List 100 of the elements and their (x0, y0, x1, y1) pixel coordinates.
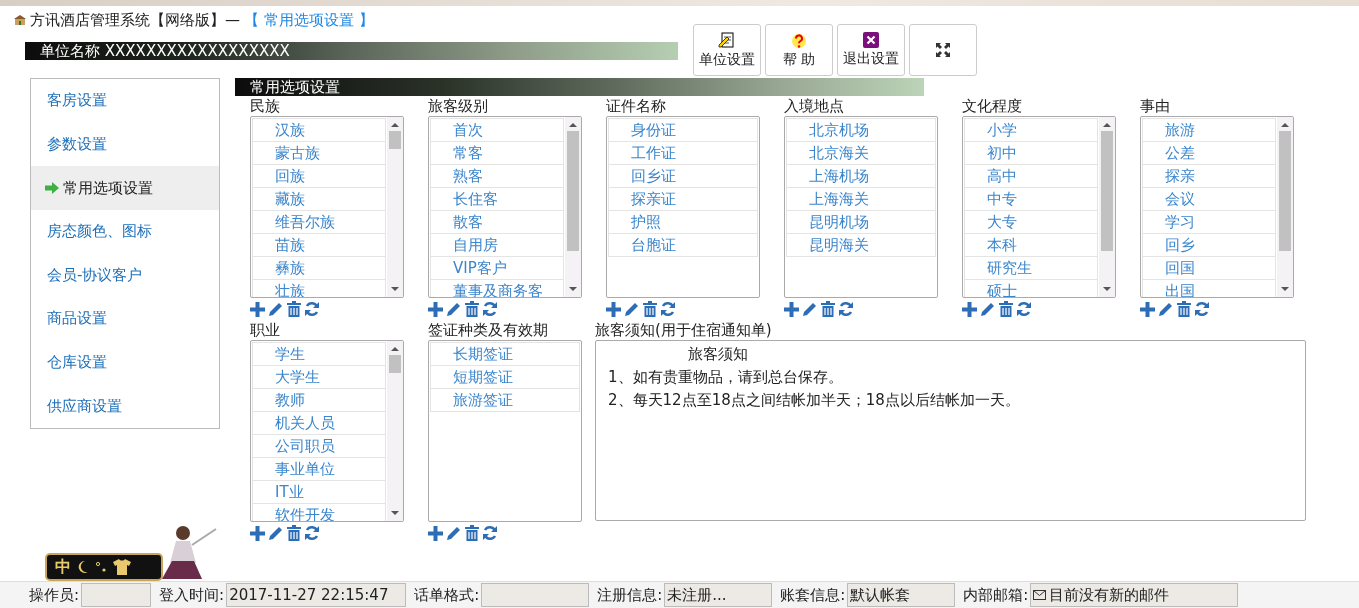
scroll-down-icon[interactable] (391, 285, 399, 293)
sidebar-item[interactable]: 房态颜色、图标 (31, 209, 219, 254)
pencil-icon[interactable] (268, 301, 284, 317)
toolbar-button[interactable]: 帮 助 (765, 24, 833, 76)
refresh-icon[interactable] (482, 301, 498, 317)
add-icon[interactable] (428, 301, 443, 317)
list-item[interactable]: 旅游签证 (430, 389, 580, 412)
scroll-up-icon[interactable] (569, 121, 577, 129)
list-item[interactable]: 汉族 (252, 118, 386, 142)
pencil-icon[interactable] (446, 525, 462, 541)
list-item[interactable]: 台胞证 (608, 234, 758, 257)
list-item[interactable]: 回乡证 (608, 165, 758, 188)
refresh-icon[interactable] (304, 525, 320, 541)
scrollbar-thumb[interactable] (1279, 131, 1291, 251)
list-item[interactable]: 常客 (430, 142, 564, 165)
list-item[interactable]: 探亲证 (608, 188, 758, 211)
list-item[interactable]: 自用房 (430, 234, 564, 257)
list-item[interactable]: 熟客 (430, 165, 564, 188)
list-item[interactable]: 长住客 (430, 188, 564, 211)
refresh-icon[interactable] (660, 301, 676, 317)
trash-icon[interactable] (287, 525, 301, 541)
list-item[interactable]: 护照 (608, 211, 758, 234)
list-item[interactable]: 散客 (430, 211, 564, 234)
list-item[interactable]: 维吾尔族 (252, 211, 386, 234)
scroll-down-icon[interactable] (1103, 285, 1111, 293)
scrollbar-thumb[interactable] (389, 355, 401, 373)
scrollbar-thumb[interactable] (567, 131, 579, 251)
add-icon[interactable] (250, 301, 265, 317)
notice-field[interactable]: 旅客须知 1、如有贵重物品，请到总台保存。 2、每天12点至18点之间结帐加半天；18点以后结帐加一天。 (595, 340, 1306, 521)
scroll-down-icon[interactable] (391, 509, 399, 517)
list-item[interactable]: 机关人员 (252, 412, 386, 435)
scrollbar[interactable] (565, 117, 581, 297)
sidebar-item[interactable]: 会员-协议客户 (31, 253, 219, 298)
add-icon[interactable] (428, 525, 443, 541)
scrollbar[interactable] (1099, 117, 1115, 297)
pencil-icon[interactable] (802, 301, 818, 317)
list-item[interactable]: 苗族 (252, 234, 386, 257)
list-item[interactable]: 昆明海关 (786, 234, 936, 257)
scrollbar[interactable] (387, 117, 403, 297)
scrollbar[interactable] (1277, 117, 1293, 297)
list-item[interactable]: 彝族 (252, 257, 386, 280)
list-item[interactable]: 中专 (964, 188, 1098, 211)
list-item[interactable]: 教师 (252, 389, 386, 412)
list-item[interactable]: 大学生 (252, 366, 386, 389)
list-item[interactable]: 大专 (964, 211, 1098, 234)
list-item[interactable]: 回乡 (1142, 234, 1276, 257)
pencil-icon[interactable] (446, 301, 462, 317)
scroll-up-icon[interactable] (391, 121, 399, 129)
list-item[interactable]: 回国 (1142, 257, 1276, 280)
list-item[interactable]: 首次 (430, 118, 564, 142)
list-item[interactable]: 上海海关 (786, 188, 936, 211)
trash-icon[interactable] (465, 301, 479, 317)
trash-icon[interactable] (287, 301, 301, 317)
add-icon[interactable] (1140, 301, 1155, 317)
sidebar-item[interactable]: 供应商设置 (31, 384, 219, 428)
list-item[interactable]: 本科 (964, 234, 1098, 257)
list-box[interactable]: 北京机场 北京海关 上海机场 上海海关 昆明机场 昆明海关 (784, 116, 938, 298)
list-item[interactable]: 会议 (1142, 188, 1276, 211)
list-item[interactable]: 初中 (964, 142, 1098, 165)
list-item[interactable]: 北京海关 (786, 142, 936, 165)
add-icon[interactable] (962, 301, 977, 317)
sidebar-item[interactable]: 常用选项设置 (31, 166, 219, 210)
list-item[interactable]: 高中 (964, 165, 1098, 188)
scrollbar[interactable] (387, 341, 403, 521)
trash-icon[interactable] (1177, 301, 1191, 317)
toolbar-button[interactable]: 单位设置 (693, 24, 761, 76)
scrollbar-thumb[interactable] (389, 131, 401, 149)
list-item[interactable]: 北京机场 (786, 118, 936, 142)
scroll-up-icon[interactable] (1103, 121, 1111, 129)
list-item[interactable]: 事业单位 (252, 458, 386, 481)
pencil-icon[interactable] (980, 301, 996, 317)
add-icon[interactable] (606, 301, 621, 317)
toolbar-button[interactable] (909, 24, 977, 76)
trash-icon[interactable] (821, 301, 835, 317)
toolbar-button[interactable]: 退出设置 (837, 24, 905, 76)
list-item[interactable]: 昆明机场 (786, 211, 936, 234)
list-item[interactable]: 长期签证 (430, 342, 580, 366)
scrollbar-thumb[interactable] (1101, 131, 1113, 251)
list-item[interactable]: 回族 (252, 165, 386, 188)
list-item[interactable]: 旅游 (1142, 118, 1276, 142)
scroll-up-icon[interactable] (1281, 121, 1289, 129)
pencil-icon[interactable] (268, 525, 284, 541)
list-item[interactable]: 公差 (1142, 142, 1276, 165)
list-item[interactable]: 上海机场 (786, 165, 936, 188)
trash-icon[interactable] (465, 525, 479, 541)
refresh-icon[interactable] (482, 525, 498, 541)
list-item[interactable]: 学生 (252, 342, 386, 366)
refresh-icon[interactable] (1194, 301, 1210, 317)
list-item[interactable]: 小学 (964, 118, 1098, 142)
scroll-down-icon[interactable] (1281, 285, 1289, 293)
list-item[interactable]: 藏族 (252, 188, 386, 211)
sidebar-item[interactable]: 商品设置 (31, 297, 219, 341)
list-item[interactable]: IT业 (252, 481, 386, 504)
pencil-icon[interactable] (1158, 301, 1174, 317)
trash-icon[interactable] (999, 301, 1013, 317)
list-item[interactable]: 公司职员 (252, 435, 386, 458)
ime-toolbar[interactable]: 中 (45, 553, 163, 581)
pencil-icon[interactable] (624, 301, 640, 317)
list-item[interactable]: 短期签证 (430, 366, 580, 389)
add-icon[interactable] (250, 525, 265, 541)
